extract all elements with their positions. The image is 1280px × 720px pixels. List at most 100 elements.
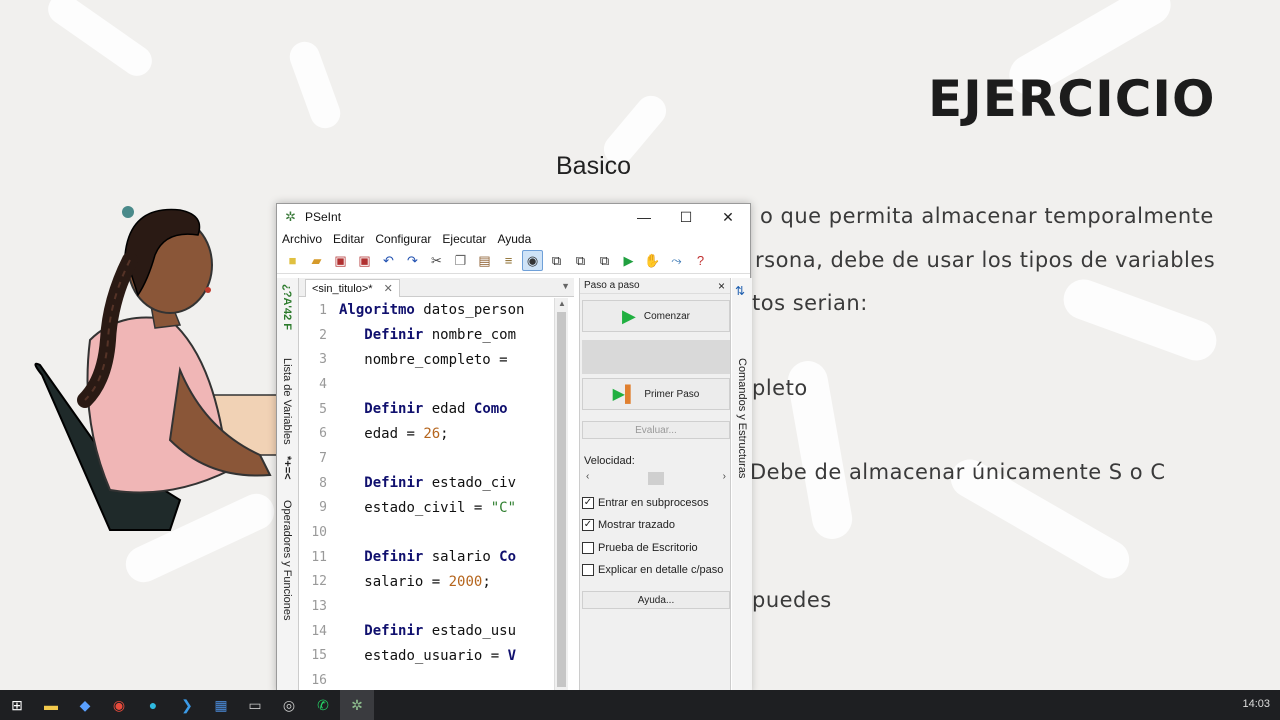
redo-icon[interactable]: ↷ <box>402 250 423 271</box>
slide-title: EJERCICIO <box>928 70 1216 128</box>
code-line[interactable]: 13 <box>299 594 554 619</box>
line-number: 10 <box>311 525 327 541</box>
code-text: Definir edad Como <box>339 401 507 418</box>
step-panel-close-icon[interactable]: × <box>718 279 725 293</box>
code-line[interactable]: 12 salario = 2000; <box>299 570 554 595</box>
code-identifier: estado_civ <box>423 475 517 492</box>
code-line[interactable]: 3 nombre_completo = <box>299 347 554 372</box>
code-line[interactable]: 9 estado_civil = "C" <box>299 496 554 521</box>
code-line[interactable]: 5 Definir edad Como <box>299 397 554 422</box>
chrome-icon[interactable]: ◉ <box>102 690 136 720</box>
indent-icon[interactable]: ≡ <box>498 250 519 271</box>
code-line[interactable]: 1 Algoritmo datos_person <box>299 298 554 323</box>
maximize-button[interactable]: ☐ <box>665 204 707 230</box>
app-icon[interactable]: ▦ <box>204 690 238 720</box>
pseint-app-icon: ✲ <box>285 209 296 224</box>
github-icon[interactable]: ◎ <box>272 690 306 720</box>
vscode-icon[interactable]: ❯ <box>170 690 204 720</box>
code-line[interactable]: 11 Definir salario Co <box>299 545 554 570</box>
line-number: 1 <box>319 302 327 318</box>
scrollbar-thumb[interactable] <box>557 312 566 687</box>
evaluate-button[interactable]: Evaluar... <box>582 421 730 439</box>
replace-icon[interactable]: ⧉ <box>594 250 615 271</box>
start-button[interactable]: ▶ Comenzar <box>582 300 730 332</box>
minimize-button[interactable]: — <box>623 204 665 230</box>
menu-ayuda[interactable]: Ayuda <box>497 232 531 246</box>
editor-scrollbar[interactable]: ▲ <box>554 298 568 692</box>
app-icon[interactable]: ◆ <box>68 690 102 720</box>
editor-tab[interactable]: <sin_titulo>* ✕ <box>305 279 400 297</box>
flowchart-icon[interactable]: ⤳ <box>666 250 687 271</box>
option-show-trace[interactable]: ✓ Mostrar trazado <box>582 519 675 531</box>
terminal-icon[interactable]: ▭ <box>238 690 272 720</box>
paste-icon[interactable]: ▤ <box>474 250 495 271</box>
search-icon[interactable]: ◉ <box>522 250 543 271</box>
code-keyword: Algoritmo <box>339 302 415 319</box>
code-identifier: nombre_completo = <box>364 351 508 368</box>
run-icon[interactable]: ▶ <box>618 250 639 271</box>
code-line[interactable]: 15 estado_usuario = V <box>299 644 554 669</box>
checkbox-unchecked[interactable] <box>582 564 594 576</box>
code-line[interactable]: 4 <box>299 372 554 397</box>
close-button[interactable]: ✕ <box>707 204 749 230</box>
binoculars-icon[interactable]: ⧉ <box>546 250 567 271</box>
code-punctuation: ; <box>440 425 449 442</box>
code-line[interactable]: 10 <box>299 520 554 545</box>
open-folder-icon[interactable]: ▰ <box>306 250 327 271</box>
slider-left-icon[interactable]: ‹ <box>586 471 589 482</box>
pseint-taskbar-icon[interactable]: ✲ <box>340 690 374 720</box>
speed-slider[interactable]: ‹ › <box>584 471 728 485</box>
file-explorer-icon[interactable]: ▬ <box>34 690 68 720</box>
code-line[interactable]: 14 Definir estado_usu <box>299 619 554 644</box>
code-number: 26 <box>423 425 441 442</box>
menu-ejecutar[interactable]: Ejecutar <box>442 232 486 246</box>
menu-configurar[interactable]: Configurar <box>375 232 431 246</box>
operators-functions-tab[interactable]: Operadores y Funciones <box>281 500 293 620</box>
option-desk-test[interactable]: Prueba de Escritorio <box>582 542 698 554</box>
menu-archivo[interactable]: Archivo <box>282 232 322 246</box>
checkbox-checked[interactable]: ✓ <box>582 519 594 531</box>
step-by-step-icon[interactable]: ✋ <box>642 250 663 271</box>
help-icon[interactable]: ? <box>690 250 711 271</box>
save-as-icon[interactable]: ▣ <box>354 250 375 271</box>
slider-right-icon[interactable]: › <box>723 471 726 482</box>
slider-thumb[interactable] <box>648 472 664 485</box>
tab-close-icon[interactable]: ✕ <box>384 283 393 295</box>
copy-icon[interactable]: ❐ <box>450 250 471 271</box>
new-file-icon[interactable]: ■ <box>282 250 303 271</box>
find-next-icon[interactable]: ⧉ <box>570 250 591 271</box>
code-editor[interactable]: 1 Algoritmo datos_person 2 Definir nombre_… <box>299 298 554 692</box>
code-line[interactable]: 7 <box>299 446 554 471</box>
line-number: 12 <box>311 574 327 590</box>
option-label: Mostrar trazado <box>598 519 676 531</box>
code-line[interactable]: 16 <box>299 668 554 692</box>
option-subprocesses[interactable]: ✓ Entrar en subprocesos <box>582 497 709 509</box>
menu-editar[interactable]: Editar <box>333 232 364 246</box>
undo-icon[interactable]: ↶ <box>378 250 399 271</box>
start-menu-icon[interactable]: ⊞ <box>0 690 34 720</box>
taskbar-clock: 14:03 <box>1242 698 1270 710</box>
help-button[interactable]: Ayuda... <box>582 591 730 609</box>
variables-list-tab[interactable]: Lista de Variables <box>281 358 293 445</box>
checkbox-checked[interactable]: ✓ <box>582 497 594 509</box>
code-line[interactable]: 2 Definir nombre_com <box>299 323 554 348</box>
cut-icon[interactable]: ✂ <box>426 250 447 271</box>
tab-dropdown-icon[interactable]: ▼ <box>561 281 570 291</box>
scroll-up-icon[interactable]: ▲ <box>558 299 566 308</box>
whatsapp-icon[interactable]: ✆ <box>306 690 340 720</box>
code-line[interactable]: 6 edad = 26; <box>299 421 554 446</box>
code-text: Algoritmo datos_person <box>339 302 524 318</box>
save-icon[interactable]: ▣ <box>330 250 351 271</box>
code-text: Definir estado_usu <box>339 623 516 639</box>
line-number: 2 <box>319 327 327 343</box>
option-explain-detail[interactable]: Explicar en detalle c/paso <box>582 564 723 576</box>
code-keyword: Definir <box>364 401 424 418</box>
checkbox-unchecked[interactable] <box>582 542 594 554</box>
first-step-button[interactable]: ▶▌ Primer Paso <box>582 378 730 410</box>
step-panel: Paso a paso × ▶ Comenzar ▶▌ Primer Paso … <box>579 278 731 692</box>
code-identifier: estado_usuario = <box>364 647 508 664</box>
code-line[interactable]: 8 Definir estado_civ <box>299 471 554 496</box>
edge-icon[interactable]: ● <box>136 690 170 720</box>
commands-structures-tab[interactable]: Comandos y Estructuras <box>736 358 748 478</box>
